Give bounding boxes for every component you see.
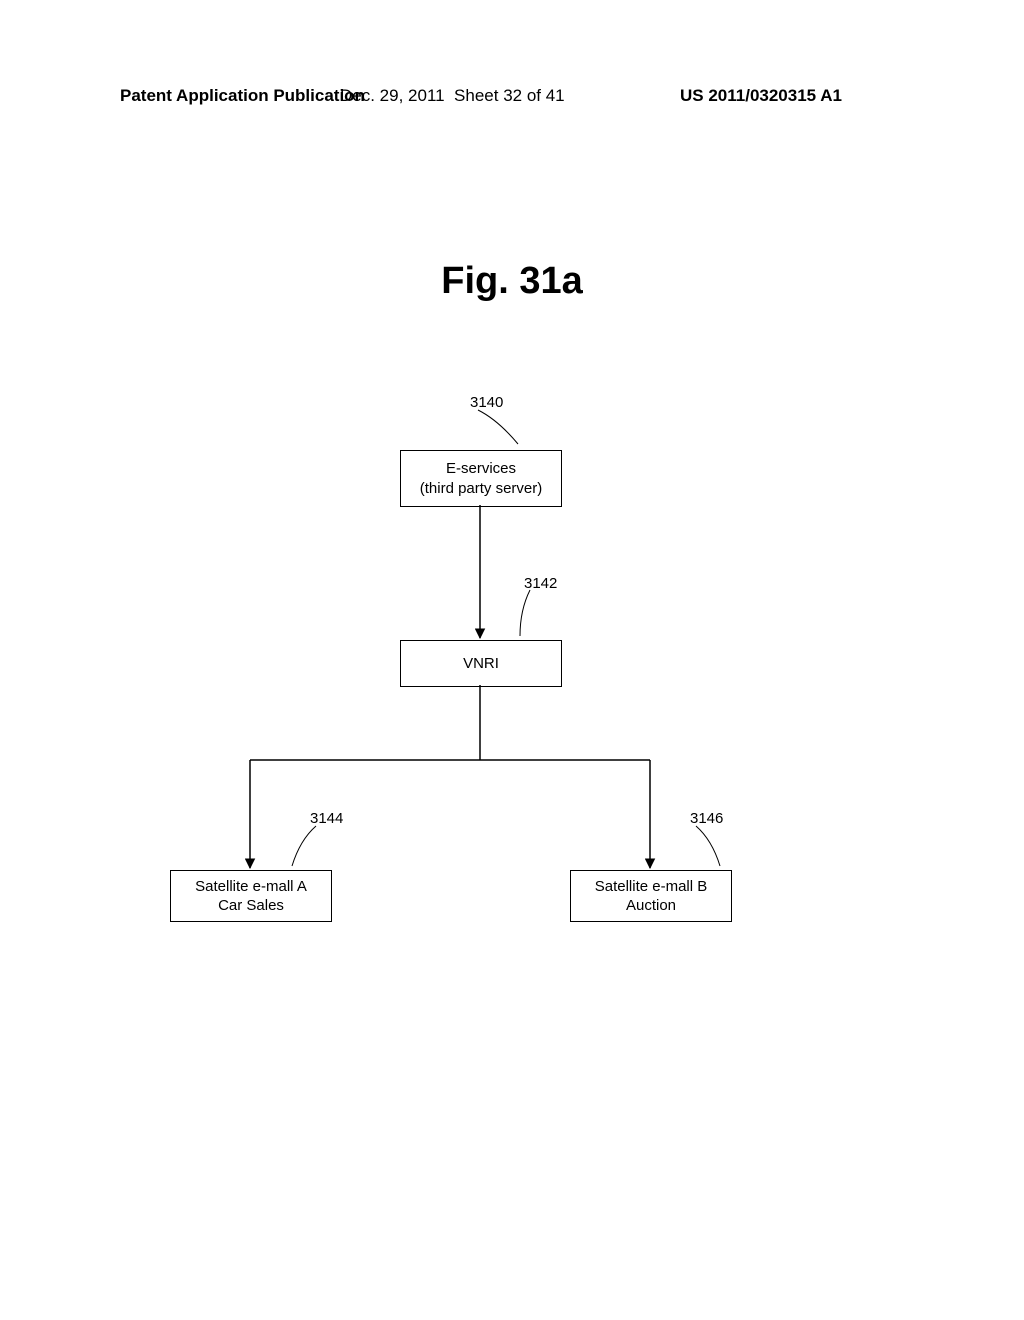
box-e-services: E-services (third party server) [400,450,562,507]
box-mall-a-line2: Car Sales [218,896,284,916]
ref-label-eservices: 3140 [470,394,503,411]
box-satellite-mall-a: Satellite e-mall A Car Sales [170,870,332,922]
box-vnri: VNRI [400,640,562,687]
header-date-sheet: Dec. 29, 2011 Sheet 32 of 41 [340,86,565,106]
box-mall-b-line1: Satellite e-mall B [595,877,708,897]
box-vnri-label: VNRI [463,654,499,674]
ref-label-mall-a: 3144 [310,810,343,827]
box-mall-a-line1: Satellite e-mall A [195,877,307,897]
header-pub-number: US 2011/0320315 A1 [680,86,842,106]
box-e-services-line2: (third party server) [420,479,543,499]
figure-title: Fig. 31a [0,260,1024,303]
box-mall-b-line2: Auction [626,896,676,916]
ref-label-vnri: 3142 [524,575,557,592]
box-satellite-mall-b: Satellite e-mall B Auction [570,870,732,922]
box-e-services-line1: E-services [446,459,516,479]
header-publication: Patent Application Publication [120,86,365,106]
ref-label-mall-b: 3146 [690,810,723,827]
